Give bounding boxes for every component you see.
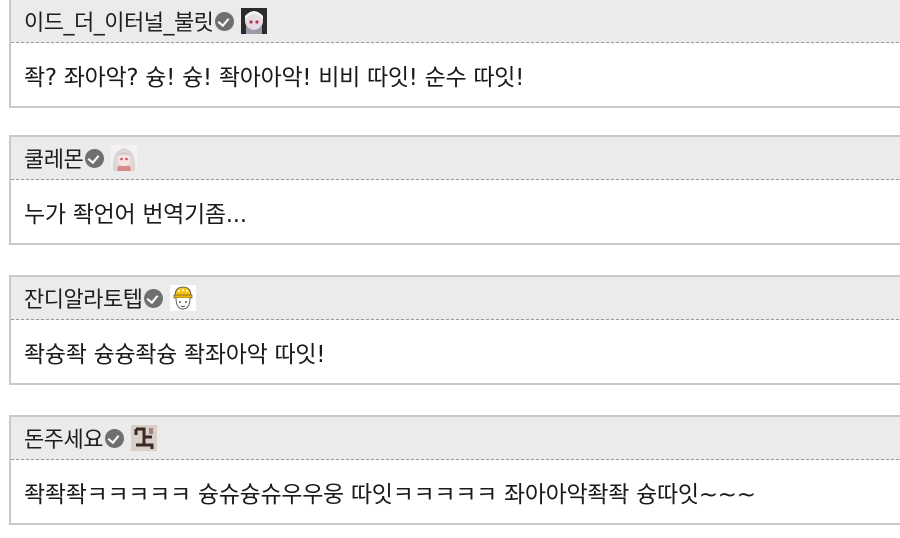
username[interactable]: 잔디알라토텝	[24, 282, 143, 314]
comment-item: 돈주세요 좍좍좍ㅋㅋㅋㅋㅋ 슝슈슝슈우우웅 따잇ㅋㅋㅋㅋㅋ 좌아아악좍좍 슝따잇…	[9, 415, 900, 525]
username[interactable]: 쿨레몬	[24, 142, 84, 174]
comment-list: 이드_더_이터널_불릿 좍? 좌아악? 슝! 슝! 좍아아악! 비비 따잇! 순…	[0, 0, 900, 538]
comment-header: 돈주세요	[11, 417, 900, 460]
white-hair-girl-avatar-icon[interactable]	[111, 145, 138, 171]
comment-text: 좍좍좍ㅋㅋㅋㅋㅋ 슝슈슝슈우우웅 따잇ㅋㅋㅋㅋㅋ 좌아아악좍좍 슝따잇~~~	[24, 481, 756, 508]
comment-header: 이드_더_이터널_불릿	[11, 0, 900, 43]
verified-check-icon	[85, 148, 105, 168]
comment-item: 이드_더_이터널_불릿 좍? 좌아악? 슝! 슝! 좍아아악! 비비 따잇! 순…	[9, 0, 900, 108]
symbol-avatar-icon[interactable]	[130, 425, 157, 451]
username[interactable]: 이드_더_이터널_불릿	[24, 5, 214, 37]
comment-text: 좍? 좌아악? 슝! 슝! 좍아아악! 비비 따잇! 순수 따잇!	[24, 64, 524, 91]
anime-girl-avatar-icon[interactable]	[241, 8, 268, 34]
comment-header: 잔디알라토텝	[11, 277, 900, 320]
comment-text: 좍슝좍 슝슝좍슝 좍좌아악 따잇!	[24, 341, 326, 368]
comment-text: 누가 좍언어 번역기좀...	[24, 201, 247, 228]
verified-check-icon	[144, 288, 164, 308]
comment-header: 쿨레몬	[11, 137, 900, 180]
comment-item: 잔디알라토텝 좍슝좍 슝슝좍슝 좍좌아악 따잇!	[9, 275, 900, 385]
verified-check-icon	[104, 428, 124, 448]
username[interactable]: 돈주세요	[24, 422, 103, 454]
verified-check-icon	[215, 11, 235, 31]
yellow-hat-character-avatar-icon[interactable]	[170, 285, 197, 311]
comment-item: 쿨레몬 누가 좍언어 번역기좀...	[9, 135, 900, 245]
